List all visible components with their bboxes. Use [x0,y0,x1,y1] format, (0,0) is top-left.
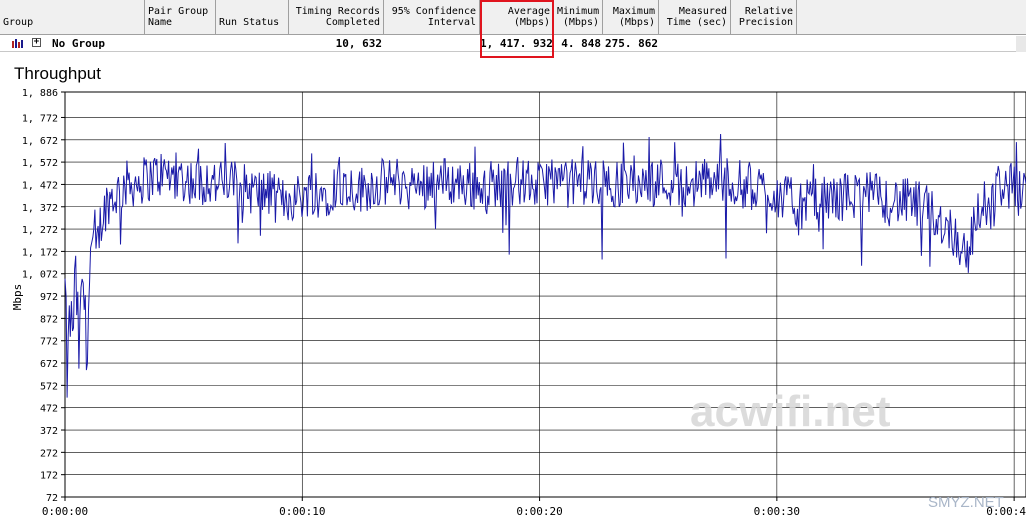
plot-frame [64,91,1026,498]
row-group-name: No Group [52,37,105,50]
average-highlight-box [480,0,554,58]
row-minimum: 4. 848 [561,37,601,50]
y-tick-label: 1, 672 [22,136,58,147]
row-timing-records: 10, 632 [335,37,382,50]
y-tick-label: 1, 072 [22,270,58,281]
y-tick-label: 772 [40,337,58,348]
x-tick-label: 0:00:00 [42,505,88,518]
expand-plus-icon[interactable]: + [32,38,41,47]
y-axis-label: Mbps [11,284,24,311]
y-tick-label: 572 [40,381,58,392]
column-header-relative-precision[interactable]: Relative Precision [731,0,797,35]
pair-group-icon [12,39,23,48]
y-tick-label: 972 [40,292,58,303]
column-header-run-status[interactable]: Run Status [216,0,289,35]
y-tick-label: 1, 372 [22,203,58,214]
column-header-blank [797,0,1026,35]
x-axis: 0:00:00 0:00:10 0:00:20 0:00:30 0:00:4 [42,497,1026,518]
column-header-confidence-interval[interactable]: 95% Confidence Interval [384,0,480,35]
y-tick-label: 1, 472 [22,180,58,191]
column-header-pair-group-name[interactable]: Pair Group Name [145,0,216,35]
y-tick-label: 672 [40,359,58,370]
y-tick-label: 1, 772 [22,113,58,124]
y-tick-label: 1, 272 [22,225,58,236]
column-header-minimum[interactable]: Minimum (Mbps) [554,0,603,35]
row-maximum: 275. 862 [605,37,658,50]
x-tick-label: 0:00:30 [754,505,800,518]
y-tick-label: 72 [46,493,58,504]
y-tick-label: 372 [40,426,58,437]
plot-area [64,91,1026,498]
y-tick-label: 272 [40,448,58,459]
watermark-acwifi: acwifi.net [690,387,891,436]
x-tick-label: 0:00:10 [279,505,325,518]
y-tick-label: 472 [40,404,58,415]
results-grid: Group Pair Group Name Run Status Timing … [0,0,1026,58]
y-tick-label: 1, 572 [22,158,58,169]
y-tick-label: 172 [40,471,58,482]
y-tick-label: 1, 172 [22,247,58,258]
watermark-corner: SMYZ.NET [928,494,1004,511]
column-header-timing-records[interactable]: Timing Records Completed [289,0,384,35]
throughput-chart: Throughput 1, 886 1, 772 1, 672 1, 572 1, 47… [11,64,1026,518]
chart-title: Throughput [14,64,101,83]
column-header-maximum[interactable]: Maximum (Mbps) [603,0,659,35]
column-header-measured-time[interactable]: Measured Time (sec) [659,0,731,35]
x-tick-label: 0:00:20 [516,505,562,518]
y-tick-label: 872 [40,314,58,325]
column-header-group[interactable]: Group [0,0,145,35]
y-tick-label: 1, 886 [22,88,58,99]
y-axis: 1, 886 1, 772 1, 672 1, 572 1, 472 1, 372 1, 2… [22,88,65,504]
horizontal-scrollbar[interactable] [1016,36,1026,52]
